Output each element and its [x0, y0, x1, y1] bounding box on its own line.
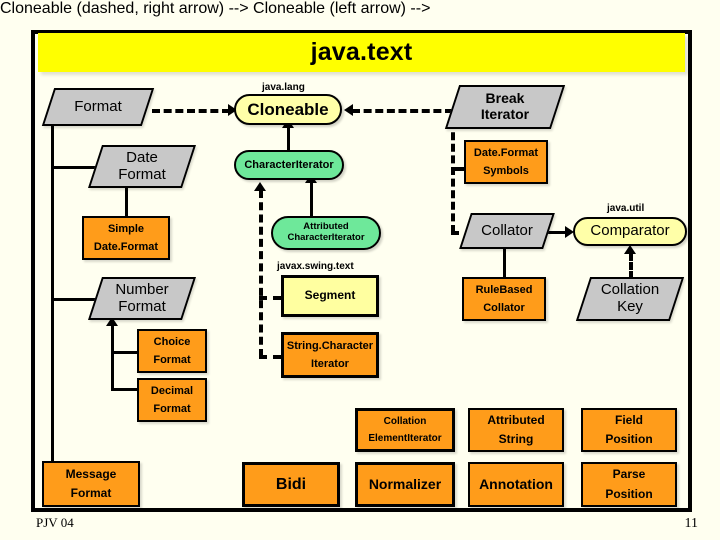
class-collation-key-line-1: Key: [617, 298, 643, 315]
interface-character-iterator[interactable]: CharacterIterator: [234, 150, 344, 180]
connector-simpledateformat: [125, 186, 128, 218]
class-string-character-iterator-line-0: String.Character: [286, 339, 374, 352]
class-choice-format[interactable]: Choice Format: [137, 329, 207, 373]
connector-attributedcharacteriterator: [310, 182, 313, 217]
connector-right-spine-to-cloneable: [352, 109, 453, 113]
class-field-position[interactable]: Field Position: [581, 408, 677, 452]
class-collator[interactable]: Collator: [459, 213, 555, 249]
connector-swing-dashed-spine: [259, 190, 263, 357]
package-label-java-util: java.util: [607, 203, 645, 214]
connector-format-cloneable: [152, 109, 230, 113]
class-field-position-line-1: Position: [605, 432, 653, 446]
connector-collationkey-comparator: [629, 253, 633, 279]
class-message-format[interactable]: Message Format: [42, 461, 140, 507]
class-rule-based-collator-line-1: Collator: [483, 302, 525, 314]
slide-title-banner: java.text: [38, 33, 685, 72]
class-annotation-label: Annotation: [479, 475, 553, 492]
class-rule-based-collator[interactable]: RuleBased Collator: [462, 277, 546, 321]
class-parse-position-line-1: Position: [605, 486, 653, 501]
class-number-format[interactable]: Number Format: [88, 277, 196, 320]
interface-attributed-character-iterator-line-1: CharacterIterator: [287, 232, 365, 243]
class-simple-date-format-line-1: Date.Format: [93, 241, 159, 253]
class-date-format[interactable]: Date Format: [88, 145, 196, 188]
footer-page-number: 11: [684, 516, 698, 531]
connector-stringcharacteriterator-branch: [259, 355, 281, 359]
arrowhead-comparator-from-collationkey: [624, 245, 636, 254]
interface-comparator-label: Comparator: [590, 222, 670, 240]
class-format[interactable]: Format: [41, 88, 155, 126]
class-decimal-format-line-1: Format: [153, 403, 191, 415]
slide-canvas: java.text java.lang java.util javax.swin…: [0, 0, 720, 540]
interface-character-iterator-label: CharacterIterator: [244, 158, 334, 171]
class-parse-position-line-0: Parse: [612, 467, 646, 482]
class-simple-date-format[interactable]: Simple Date.Format: [82, 216, 170, 260]
interface-attributed-character-iterator[interactable]: Attributed CharacterIterator: [271, 216, 381, 250]
class-field-position-line-0: Field: [614, 412, 643, 427]
class-date-format-line-1: Format: [118, 165, 166, 183]
class-break-iterator-line-1: Iterator: [480, 106, 530, 122]
class-choice-format-line-0: Choice: [153, 335, 191, 348]
class-collation-key[interactable]: Collation Key: [575, 277, 685, 321]
class-attributed-string-line-1: String: [498, 432, 534, 446]
package-label-java-lang: java.lang: [262, 82, 305, 93]
class-normalizer-label: Normalizer: [368, 475, 442, 492]
class-number-format-line-1: Format: [118, 297, 166, 315]
class-bidi[interactable]: Bidi: [242, 462, 340, 507]
connector-format-trunk: [51, 125, 54, 485]
class-collation-element-iterator[interactable]: Collation ElementIterator: [355, 408, 455, 452]
class-segment-label: Segment: [304, 288, 356, 303]
class-annotation[interactable]: Annotation: [468, 462, 564, 507]
class-message-format-line-1: Format: [70, 486, 112, 500]
class-number-format-line-0: Number: [115, 280, 169, 298]
connector-dateformatsymbols-branch: [451, 167, 465, 171]
class-date-format-symbols-line-0: Date.Format: [473, 146, 539, 159]
connector-segment-branch: [259, 296, 281, 300]
class-date-format-symbols[interactable]: Date.Format Symbols: [464, 140, 548, 184]
connector-choiceformat-branch: [111, 351, 137, 354]
class-decimal-format[interactable]: Decimal Format: [137, 378, 207, 422]
connector-characteriterator-cloneable: [287, 127, 290, 151]
class-collation-element-iterator-line-0: Collation: [383, 415, 427, 427]
class-collation-element-iterator-line-1: ElementIterator: [368, 433, 442, 444]
class-choice-format-line-1: Format: [153, 354, 191, 366]
package-label-javax-swing-text: javax.swing.text: [277, 261, 354, 272]
class-simple-date-format-line-0: Simple: [107, 222, 145, 235]
class-message-format-line-0: Message: [65, 466, 117, 481]
class-decimal-format-line-0: Decimal: [150, 384, 194, 397]
class-attributed-string[interactable]: Attributed String: [468, 408, 564, 452]
interface-cloneable[interactable]: Cloneable: [234, 94, 342, 125]
arrowhead-cloneable-from-right: [344, 104, 353, 116]
page-title: java.text: [310, 38, 413, 66]
class-format-line-0: Format: [74, 97, 122, 115]
class-string-character-iterator-line-1: Iterator: [311, 358, 349, 370]
connector-decimalformat-branch: [111, 388, 137, 391]
class-collator-label: Collator: [481, 221, 533, 239]
class-break-iterator[interactable]: Break Iterator: [444, 85, 566, 129]
class-collation-key-line-0: Collation: [600, 281, 660, 299]
class-date-format-symbols-line-1: Symbols: [483, 165, 529, 177]
interface-comparator[interactable]: Comparator: [573, 217, 687, 246]
class-rule-based-collator-line-0: RuleBased: [475, 283, 533, 296]
class-date-format-line-0: Date: [126, 148, 158, 166]
connector-numberformat-trunk: [111, 325, 114, 390]
interface-cloneable-label: Cloneable: [247, 99, 329, 119]
connector-rulebasedcollator: [503, 248, 506, 278]
arrowhead-characteriterator-from-segment: [254, 182, 266, 191]
class-attributed-string-line-0: Attributed: [487, 412, 545, 427]
class-segment[interactable]: Segment: [281, 275, 379, 317]
class-string-character-iterator[interactable]: String.Character Iterator: [281, 332, 379, 378]
class-normalizer[interactable]: Normalizer: [355, 462, 455, 507]
class-break-iterator-line-0: Break: [485, 90, 525, 107]
class-parse-position[interactable]: Parse Position: [581, 462, 677, 507]
footer-author: PJV 04: [36, 515, 74, 530]
class-bidi-label: Bidi: [275, 475, 307, 493]
